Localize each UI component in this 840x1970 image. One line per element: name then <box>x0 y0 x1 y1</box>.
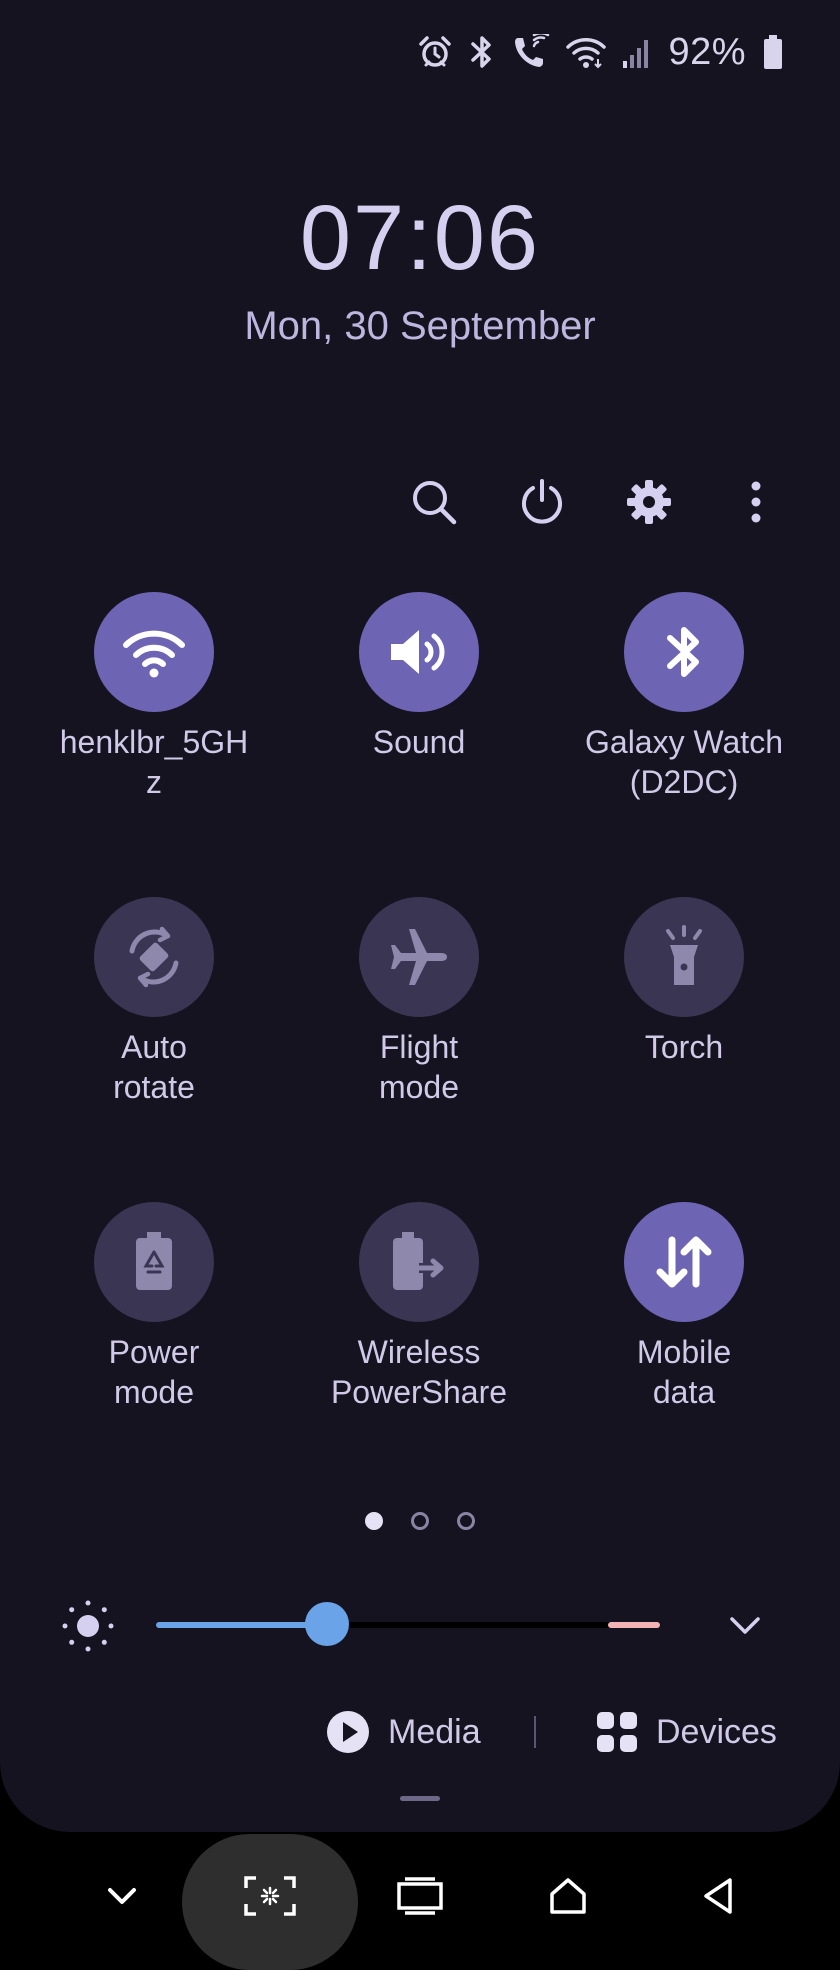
tile-torch-label: Torch <box>644 1029 724 1065</box>
play-circle-icon <box>327 1711 369 1753</box>
torch-icon <box>666 925 702 985</box>
tile-flight-mode[interactable]: Flight mode <box>309 897 529 1107</box>
brightness-high-zone <box>608 1622 660 1628</box>
bluetooth-icon <box>471 36 492 68</box>
brightness-slider[interactable] <box>156 1602 660 1646</box>
settings-button[interactable] <box>617 470 681 534</box>
tile-mobile-data-toggle[interactable] <box>624 1202 744 1322</box>
clock-time[interactable]: 07:06 <box>0 186 840 291</box>
battery-percent: 92% <box>668 30 746 73</box>
hide-keyboard-button[interactable] <box>90 1864 154 1928</box>
brightness-thumb[interactable] <box>305 1602 349 1646</box>
wifi-calling-icon <box>515 34 550 67</box>
screenshot-capture-icon <box>244 1876 296 1916</box>
tile-power-mode-label: Power mode <box>108 1334 200 1410</box>
wifi-icon <box>123 630 185 678</box>
recent-apps-icon <box>397 1877 443 1915</box>
tile-mobile-data[interactable]: Mobile data <box>574 1202 794 1412</box>
tile-flight-mode-label: Flight mode <box>378 1029 460 1105</box>
tile-wifi-toggle[interactable] <box>94 592 214 712</box>
airplane-icon <box>391 929 447 985</box>
tile-bluetooth[interactable]: Galaxy Watch (D2DC) <box>574 592 794 802</box>
tile-wireless-powershare[interactable]: Wireless PowerShare <box>309 1202 529 1412</box>
quick-panel: 92% 07:06 Mon, 30 September henklbr_5GH … <box>0 0 840 1832</box>
home-button[interactable] <box>536 1864 600 1928</box>
tile-torch-toggle[interactable] <box>624 897 744 1017</box>
page-dot-1[interactable] <box>365 1512 383 1530</box>
divider <box>534 1716 536 1748</box>
page-dot-3[interactable] <box>457 1512 475 1530</box>
tile-auto-rotate-toggle[interactable] <box>94 897 214 1017</box>
wifi-icon <box>566 38 607 69</box>
brightness-fill <box>156 1622 327 1628</box>
settings-gear-icon <box>627 480 671 524</box>
tile-sound-toggle[interactable] <box>359 592 479 712</box>
tile-flight-mode-toggle[interactable] <box>359 897 479 1017</box>
power-mode-battery-icon <box>136 1232 172 1290</box>
tile-auto-rotate[interactable]: Auto rotate <box>44 897 264 1107</box>
tile-wireless-powershare-toggle[interactable] <box>359 1202 479 1322</box>
more-options-icon <box>751 481 761 523</box>
auto-rotate-icon <box>129 926 179 988</box>
tile-torch[interactable]: Torch <box>574 897 794 1067</box>
tile-bluetooth-toggle[interactable] <box>624 592 744 712</box>
tile-sound[interactable]: Sound <box>309 592 529 762</box>
mobile-data-icon <box>656 1236 712 1288</box>
devices-label: Devices <box>656 1712 777 1751</box>
power-icon <box>522 479 562 524</box>
brightness-icon <box>62 1600 114 1652</box>
chevron-down-icon[interactable] <box>724 1604 766 1646</box>
tile-wifi-label: henklbr_5GH z <box>59 724 249 800</box>
tile-auto-rotate-label: Auto rotate <box>113 1029 195 1105</box>
hide-keyboard-chevron-icon <box>108 1888 136 1904</box>
tile-sound-label: Sound <box>372 724 466 760</box>
devices-button[interactable]: Devices <box>596 1706 777 1758</box>
search-button[interactable] <box>402 470 466 534</box>
alarm-icon <box>419 36 452 67</box>
clock-date[interactable]: Mon, 30 September <box>0 304 840 349</box>
bluetooth-icon <box>667 627 699 677</box>
powershare-icon <box>393 1232 444 1290</box>
page-dot-2[interactable] <box>411 1512 429 1530</box>
back-button[interactable] <box>686 1864 750 1928</box>
page-indicator <box>0 1512 840 1530</box>
tile-power-mode[interactable]: Power mode <box>44 1202 264 1412</box>
status-bar: 92% <box>418 28 784 76</box>
tile-wifi[interactable]: henklbr_5GH z <box>44 592 264 802</box>
recent-apps-button[interactable] <box>388 1864 452 1928</box>
tile-power-mode-toggle[interactable] <box>94 1202 214 1322</box>
tile-mobile-data-label: Mobile data <box>636 1334 732 1410</box>
back-icon <box>704 1878 732 1914</box>
home-icon <box>550 1878 586 1914</box>
screenshot-button[interactable] <box>238 1864 302 1928</box>
tile-bluetooth-label: Galaxy Watch (D2DC) <box>585 724 783 800</box>
cellular-signal-icon <box>623 40 649 68</box>
battery-icon <box>764 35 782 69</box>
tile-wireless-powershare-label: Wireless PowerShare <box>330 1334 508 1410</box>
power-button[interactable] <box>510 470 574 534</box>
media-label: Media <box>388 1712 481 1751</box>
devices-grid-icon <box>597 1712 637 1752</box>
search-icon <box>413 481 457 525</box>
panel-drag-handle[interactable] <box>400 1796 440 1801</box>
more-options-button[interactable] <box>724 470 788 534</box>
speaker-icon <box>391 630 445 674</box>
media-button[interactable]: Media <box>326 1706 481 1758</box>
